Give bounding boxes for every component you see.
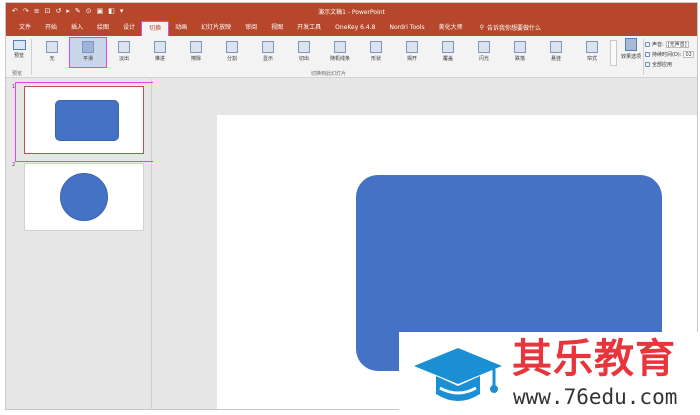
transition-effect[interactable]: 无 — [34, 38, 70, 67]
transition-effect[interactable]: 分割 — [214, 38, 250, 67]
slide-number: 1 — [12, 84, 16, 90]
slide-thumbnail-2[interactable] — [24, 163, 144, 231]
watermark-title: 其乐教育 — [512, 336, 676, 382]
effect-options-button[interactable]: 效果选项 — [619, 38, 643, 70]
transition-icon — [442, 41, 454, 53]
preview-button[interactable]: 预览 — [9, 40, 29, 66]
tab-5[interactable]: 切换 — [141, 21, 170, 37]
timing-group: 声音: [无声音] 持续时间(D): 02 全部应用 — [645, 39, 697, 69]
tell-me-search[interactable]: ⚲ 告诉我你想要做什么 — [480, 23, 541, 32]
preview-group-label: 预览 — [12, 71, 23, 77]
transition-icon — [154, 41, 166, 53]
transitions-group-label: 切换到此幻灯片 — [311, 71, 347, 77]
lightbulb-icon: ⚲ — [479, 24, 485, 31]
transition-effect[interactable]: 跌落 — [502, 38, 538, 67]
transition-icon — [478, 41, 490, 53]
tab-2[interactable]: 插入 — [64, 19, 90, 36]
transition-icon — [514, 41, 526, 53]
transition-icon — [82, 41, 94, 53]
watermark-url: www.76edu.com — [513, 385, 678, 409]
ribbon-transitions: 预览 预览 无平滑 淡出 推进 擦除 分割 显示 切出 随机线条 形状 揭开 覆盖 闪光 跌落 悬挂 帘式 … — [6, 36, 697, 78]
tab-4[interactable]: 设计 — [116, 19, 142, 36]
tab-12[interactable]: Nordri Tools — [382, 19, 431, 36]
transition-icon — [46, 41, 58, 53]
transition-effect[interactable]: 推进 — [142, 38, 178, 67]
watermark: 其乐教育 www.76edu.com — [399, 332, 700, 415]
tab-3[interactable]: 绘图 — [90, 19, 116, 36]
transition-effect[interactable]: 形状 — [358, 38, 394, 67]
apply-all-button[interactable]: 全部应用 — [645, 59, 697, 69]
duration-row: 持续时间(D): 02 — [645, 49, 697, 59]
graduation-cap-icon — [414, 348, 502, 401]
transition-effect[interactable]: 揭开 — [394, 38, 430, 67]
ribbon-tabs: 文件 开始 插入 绘图 设计 切换 动画 幻灯片放映 审阅 视图 开发工具 OneKey 6.4.8 N… — [6, 19, 697, 37]
sound-row: 声音: [无声音] — [645, 39, 697, 49]
clock-icon — [645, 51, 650, 57]
tab-7[interactable]: 幻灯片放映 — [194, 19, 238, 36]
transition-effect[interactable]: 闪光 — [466, 38, 502, 67]
tab-13[interactable]: 美化大师 — [432, 19, 470, 36]
rounded-rectangle-shape — [55, 100, 119, 141]
slide-number: 2 — [12, 162, 16, 168]
transition-icon — [262, 41, 274, 53]
transition-effect[interactable]: 覆盖 — [430, 38, 466, 67]
preview-icon — [12, 40, 26, 50]
title-bar: ↶ ↷ ≡ ⊡ ↺ ▸ ✎ ⊙ ▣ ◧ ▾ 演示文稿1 - PowerPoint — [6, 3, 697, 19]
transition-icon — [118, 41, 130, 53]
transition-effect[interactable]: 随机线条 — [322, 38, 358, 67]
sound-select[interactable]: [无声音] — [665, 40, 689, 48]
transition-effect[interactable]: 悬挂 — [538, 38, 574, 67]
tab-1[interactable]: 开始 — [38, 19, 64, 36]
transition-effect[interactable]: 擦除 — [178, 38, 214, 67]
tab-10[interactable]: 开发工具 — [290, 19, 328, 36]
transition-icon — [334, 41, 346, 53]
transition-icon — [190, 41, 202, 53]
slide-thumbnail-pane: 1 2 — [6, 79, 159, 409]
transition-icon — [370, 41, 382, 53]
transition-gallery: 无平滑 淡出 推进 擦除 分割 显示 切出 随机线条 形状 揭开 覆盖 闪光 跌落 悬挂 帘式 — [34, 37, 614, 68]
tab-9[interactable]: 视图 — [264, 19, 290, 36]
ribbon-separator — [643, 39, 644, 75]
circle-shape — [60, 173, 108, 221]
transition-icon — [406, 41, 418, 53]
transition-effect[interactable]: 平滑 — [69, 37, 107, 68]
duration-input[interactable]: 02 — [683, 50, 694, 58]
apply-all-icon — [645, 61, 650, 67]
transition-icon — [226, 41, 238, 53]
transition-icon — [586, 41, 598, 53]
tab-0[interactable]: 文件 — [12, 19, 38, 36]
effect-options-icon — [625, 38, 637, 51]
sound-icon — [645, 41, 650, 47]
transition-effect[interactable]: 显示 — [250, 38, 286, 67]
transition-effect[interactable]: 帘式 — [574, 38, 610, 67]
transition-icon — [298, 41, 310, 53]
tab-6[interactable]: 动画 — [168, 19, 194, 36]
gallery-scroll-button[interactable] — [610, 40, 617, 66]
slide-thumbnail-1[interactable] — [24, 86, 144, 154]
transition-effect[interactable]: 切出 — [286, 38, 322, 67]
tab-8[interactable]: 审阅 — [238, 19, 264, 36]
tab-11[interactable]: OneKey 6.4.8 — [328, 19, 382, 36]
transition-effect[interactable]: 淡出 — [106, 38, 142, 67]
document-title: 演示文稿1 - PowerPoint — [318, 9, 385, 16]
transition-icon — [550, 41, 562, 53]
ribbon-separator — [31, 39, 32, 75]
